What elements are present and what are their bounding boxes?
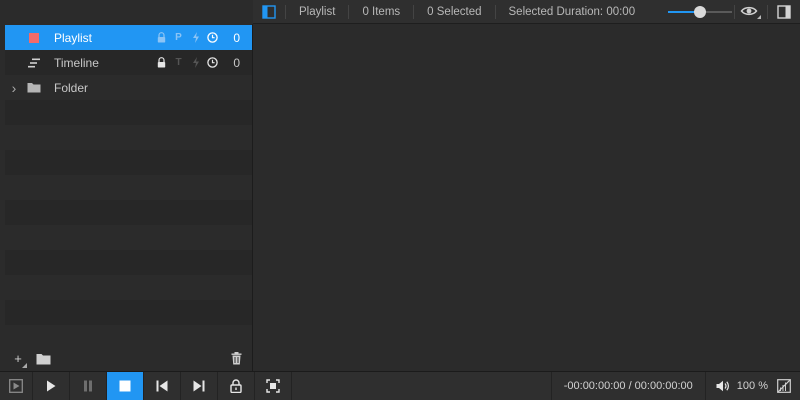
aspect-ratio-icon — [777, 379, 791, 393]
skip-previous-icon — [156, 380, 168, 392]
empty-row — [5, 225, 252, 250]
top-toolbar: Playlist 0 Items 0 Selected Selected Dur… — [253, 0, 800, 24]
lock-icon[interactable] — [156, 57, 167, 69]
empty-row — [5, 250, 252, 275]
timeline-flag-t[interactable]: T — [173, 57, 184, 69]
delete-button[interactable] — [220, 346, 252, 371]
volume-level: 100 % — [736, 380, 768, 392]
lightning-icon[interactable] — [190, 57, 201, 69]
trash-icon — [231, 352, 241, 365]
folder-icon — [36, 353, 50, 364]
right-panel-icon — [777, 4, 791, 19]
timecode-display: -00:00:00:00 / 00:00:00:00 — [550, 372, 706, 400]
empty-row — [5, 300, 252, 325]
pause-button[interactable] — [70, 372, 106, 400]
empty-row — [5, 175, 252, 200]
volume-control[interactable]: 100 % — [706, 380, 768, 392]
tree-item-label: Timeline — [54, 55, 99, 70]
stop-icon — [119, 380, 131, 392]
preview-toggle-button[interactable] — [0, 372, 32, 400]
library-toolbar: + — [5, 346, 252, 371]
clock-icon[interactable] — [207, 57, 218, 69]
fit-screen-icon — [266, 379, 280, 393]
empty-row — [5, 325, 252, 346]
playlist-color-swatch-icon — [25, 31, 43, 45]
add-playlist-button[interactable]: + — [5, 346, 31, 371]
toolbar-playlist-label: Playlist — [299, 5, 336, 18]
top-left-strip — [0, 0, 253, 24]
lock-button[interactable] — [218, 372, 254, 400]
add-folder-button[interactable] — [31, 346, 55, 371]
eye-icon — [740, 6, 761, 19]
empty-row — [5, 200, 252, 225]
empty-row — [5, 125, 252, 150]
toggle-left-panel-button[interactable] — [253, 0, 285, 24]
tree-item-label: Folder — [54, 80, 89, 95]
fit-to-screen-button[interactable] — [255, 372, 291, 400]
timeline-icon — [25, 56, 43, 70]
playlist-content-area[interactable] — [253, 25, 800, 371]
toolbar-selected-duration: Selected Duration: 00:00 — [508, 5, 636, 18]
dropdown-corner-icon — [22, 363, 27, 368]
lightning-icon[interactable] — [190, 32, 201, 44]
empty-row — [5, 275, 252, 300]
lock-icon[interactable] — [156, 32, 167, 44]
tree-item-timeline[interactable]: Timeline T 0 — [5, 50, 252, 75]
stop-button[interactable] — [107, 372, 143, 400]
toolbar-items-count: 0 Items — [362, 5, 401, 18]
pause-icon — [84, 380, 92, 392]
aspect-ratio-button[interactable] — [768, 372, 800, 400]
preview-play-icon — [9, 379, 23, 393]
transport-bar: -00:00:00:00 / 00:00:00:00 100 % — [0, 371, 800, 400]
tree-item-label: Playlist — [54, 30, 93, 45]
skip-next-icon — [193, 380, 205, 392]
empty-row — [5, 100, 252, 125]
left-panel-icon — [262, 4, 276, 19]
tree-item-count: 0 — [233, 30, 240, 45]
clock-icon[interactable] — [207, 32, 218, 44]
folder-icon — [25, 81, 43, 95]
play-icon — [47, 380, 56, 392]
toggle-right-panel-button[interactable] — [768, 0, 800, 24]
zoom-slider[interactable] — [668, 5, 733, 19]
previous-button[interactable] — [144, 372, 180, 400]
speaker-icon — [716, 380, 729, 392]
library-tree-panel: Playlist P 0 Timeline T 0 › Folder — [5, 25, 252, 346]
next-button[interactable] — [181, 372, 217, 400]
tree-item-playlist[interactable]: Playlist P 0 — [5, 25, 252, 50]
visibility-menu-button[interactable] — [735, 0, 767, 24]
tree-item-count: 0 — [233, 55, 240, 70]
playlist-flag-p[interactable]: P — [173, 32, 184, 44]
tree-item-folder[interactable]: › Folder — [5, 75, 252, 100]
toolbar-selected-count: 0 Selected — [427, 5, 482, 18]
play-button[interactable] — [33, 372, 69, 400]
chevron-right-icon[interactable]: › — [8, 80, 20, 96]
lock-outline-icon — [230, 379, 242, 393]
add-icon: + — [14, 351, 22, 366]
zoom-slider-handle[interactable] — [694, 5, 707, 18]
empty-row — [5, 150, 252, 175]
